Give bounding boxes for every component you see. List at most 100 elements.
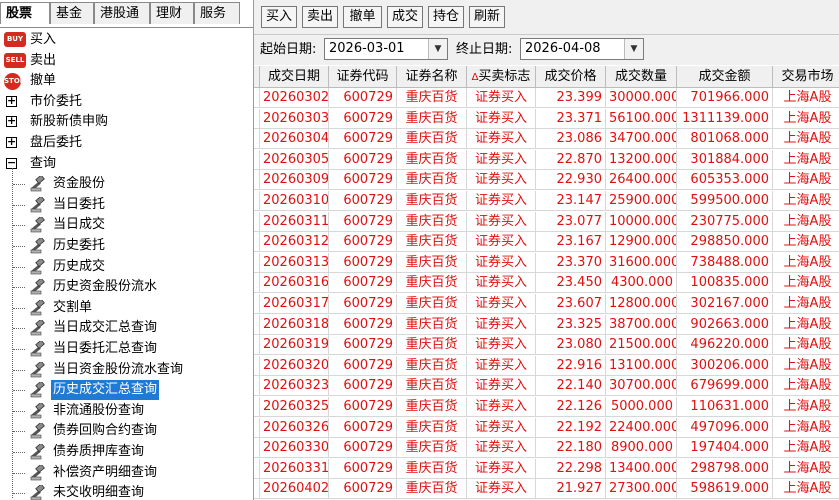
collapse-icon[interactable]: − (6, 157, 17, 169)
tree-query-item-11[interactable]: 非流通股份查询 (0, 401, 253, 421)
tab-1[interactable]: 基金 (50, 2, 94, 24)
table-cell: 证券买入 (467, 294, 536, 314)
table-cell: 298850.000 (677, 232, 773, 253)
tree-query-label: 当日成交汇总查询 (53, 320, 158, 336)
tree-query-item-14[interactable]: 补偿资产明细查询 (0, 463, 253, 483)
tree-query-item-12[interactable]: 债券回购合约查询 (0, 421, 253, 441)
toolbar-button-2[interactable]: 撤单 (343, 6, 382, 28)
expand-icon[interactable]: + (6, 136, 17, 148)
table-row[interactable]: 20260331 600729 重庆百货 证券买入 22.298 13400.000 298… (254, 458, 839, 479)
tree-query-item-8[interactable]: 当日委托汇总查询 (0, 339, 253, 359)
table-cell: 12900.000 (606, 232, 677, 253)
tree-query-label: 交割单 (53, 299, 93, 315)
table-cell: 重庆百货 (397, 129, 467, 150)
tree-query-label: 历史成交汇总查询 (51, 380, 160, 401)
column-header-0[interactable]: 成交日期 (260, 66, 329, 88)
column-header-3[interactable]: Δ买卖标志 (467, 66, 536, 88)
column-header-4[interactable]: 成交价格 (536, 66, 606, 88)
table-row[interactable]: 20260304 600729 重庆百货 证券买入 23.086 34700.000 801… (254, 129, 839, 150)
table-row[interactable]: 20260326 600729 重庆百货 证券买入 22.192 22400.000 497… (254, 417, 839, 438)
table-cell: 197404.000 (677, 438, 773, 459)
tree-query-item-5[interactable]: 历史资金股份流水 (0, 277, 253, 297)
table-cell: 证券买入 (467, 170, 536, 191)
table-row[interactable]: 20260325 600729 重庆百货 证券买入 22.126 5000.000 1106… (254, 397, 839, 417)
table-row[interactable]: 20260311 600729 重庆百货 证券买入 23.077 10000.000 230… (254, 211, 839, 232)
table-cell: 22.870 (536, 149, 606, 170)
column-header-2[interactable]: 证券名称 (397, 66, 467, 88)
table-cell: 重庆百货 (397, 458, 467, 479)
expand-icon[interactable]: + (6, 95, 17, 107)
table-row[interactable]: 20260318 600729 重庆百货 证券买入 23.325 38700.000 902… (254, 314, 839, 335)
table-row[interactable]: 20260402 600729 重庆百货 证券买入 21.927 27300.000 598… (254, 479, 839, 500)
table-row[interactable]: 20260317 600729 重庆百货 证券买入 23.607 12800.000 302… (254, 294, 839, 314)
tree-op-2[interactable]: STOP 撤单 (0, 71, 253, 91)
table-row[interactable]: 20260323 600729 重庆百货 证券买入 22.140 30700.000 679… (254, 376, 839, 397)
query-hammer-icon (28, 318, 46, 336)
toolbar-button-1[interactable]: 卖出 (302, 6, 338, 28)
column-header-text: 买卖标志 (478, 69, 531, 84)
table-row[interactable]: 20260305 600729 重庆百货 证券买入 22.870 13200.000 301… (254, 149, 839, 170)
table-cell: 重庆百货 (397, 170, 467, 191)
table-cell: 13200.000 (606, 149, 677, 170)
tree-group-2[interactable]: + 盘后委托 (0, 133, 253, 153)
tree-query-label: 补偿资产明细查询 (53, 464, 158, 480)
toolbar-button-5[interactable]: 刷新 (469, 6, 505, 28)
tab-4[interactable]: 服务 (194, 2, 240, 24)
table-cell: 20260317 (260, 294, 329, 314)
tree-op-0[interactable]: BUY 买入 (0, 30, 253, 50)
table-row[interactable]: 20260320 600729 重庆百货 证券买入 22.916 13100.000 300… (254, 355, 839, 376)
table-row[interactable]: 20260303 600729 重庆百货 证券买入 23.371 56100.000 131… (254, 108, 839, 129)
table-row[interactable]: 20260316 600729 重庆百货 证券买入 23.450 4300.000 1008… (254, 273, 839, 294)
tree-connector (13, 431, 25, 433)
expand-icon[interactable]: + (6, 115, 17, 128)
table-cell: 20260316 (260, 273, 329, 294)
end-date-input[interactable]: 2026-04-08 ▼ (520, 38, 644, 60)
table-cell: 23.399 (536, 88, 606, 108)
table-row[interactable]: 20260330 600729 重庆百货 证券买入 22.180 8900.000 1974… (254, 438, 839, 459)
toolbar-button-4[interactable]: 持仓 (428, 6, 464, 28)
toolbar-button-0[interactable]: 买入 (261, 6, 297, 28)
table-cell: 600729 (329, 108, 397, 129)
table-row[interactable]: 20260319 600729 重庆百货 证券买入 23.080 21500.000 496… (254, 335, 839, 356)
table-cell: 600729 (329, 438, 397, 459)
column-header-1[interactable]: 证券代码 (329, 66, 397, 88)
table-cell: 20260402 (260, 479, 329, 500)
table-row[interactable]: 20260313 600729 重庆百货 证券买入 23.370 31600.000 738… (254, 252, 839, 273)
table-row[interactable]: 20260309 600729 重庆百货 证券买入 22.930 26400.000 605… (254, 170, 839, 191)
tree-query-item-4[interactable]: 历史成交 (0, 257, 253, 277)
table-cell: 13400.000 (606, 458, 677, 479)
tree-group-1[interactable]: + 新股新债申购 (0, 112, 253, 132)
tree-query-item-1[interactable]: 当日委托 (0, 195, 253, 215)
tree-query-item-0[interactable]: 资金股份 (0, 174, 253, 194)
tree-query-item-10[interactable]: 历史成交汇总查询 (0, 380, 253, 401)
tree-group-3[interactable]: − 查询 (0, 154, 253, 174)
tree-query-item-9[interactable]: 当日资金股份流水查询 (0, 360, 253, 380)
start-date-input[interactable]: 2026-03-01 ▼ (324, 38, 448, 60)
column-header-7[interactable]: 交易市场 (773, 66, 839, 88)
tree-query-item-6[interactable]: 交割单 (0, 298, 253, 318)
tree-group-0[interactable]: + 市价委托 (0, 92, 253, 112)
toolbar-button-3[interactable]: 成交 (387, 6, 423, 28)
tree-op-1[interactable]: SELL 卖出 (0, 51, 253, 71)
chevron-down-icon[interactable]: ▼ (428, 39, 447, 59)
tab-0[interactable]: 股票 (0, 2, 50, 24)
tree-query-item-2[interactable]: 当日成交 (0, 215, 253, 235)
table-row[interactable]: 20260312 600729 重庆百货 证券买入 23.167 12900.000 298… (254, 232, 839, 253)
tab-3[interactable]: 理财 (150, 2, 194, 24)
table-cell: 上海A股 (773, 191, 839, 211)
chevron-down-icon[interactable]: ▼ (624, 39, 643, 59)
tree-op-label: 撤单 (30, 73, 57, 89)
table-cell: 重庆百货 (397, 335, 467, 356)
tree-query-item-3[interactable]: 历史委托 (0, 236, 253, 256)
tab-2[interactable]: 港股通 (94, 2, 150, 24)
column-header-6[interactable]: 成交金额 (677, 66, 773, 88)
table-cell: 20260320 (260, 355, 329, 376)
table-row[interactable]: 20260302 600729 重庆百货 证券买入 23.399 30000.000 701… (254, 88, 839, 108)
tree-query-item-13[interactable]: 债券质押库查询 (0, 442, 253, 462)
table-row[interactable]: 20260310 600729 重庆百货 证券买入 23.147 25900.000 599… (254, 191, 839, 211)
tree-query-item-15[interactable]: 未交收明细查询 (0, 483, 253, 500)
column-header-5[interactable]: 成交数量 (606, 66, 677, 88)
table-cell: 600729 (329, 232, 397, 253)
table-cell: 上海A股 (773, 109, 839, 129)
tree-query-item-7[interactable]: 当日成交汇总查询 (0, 318, 253, 338)
